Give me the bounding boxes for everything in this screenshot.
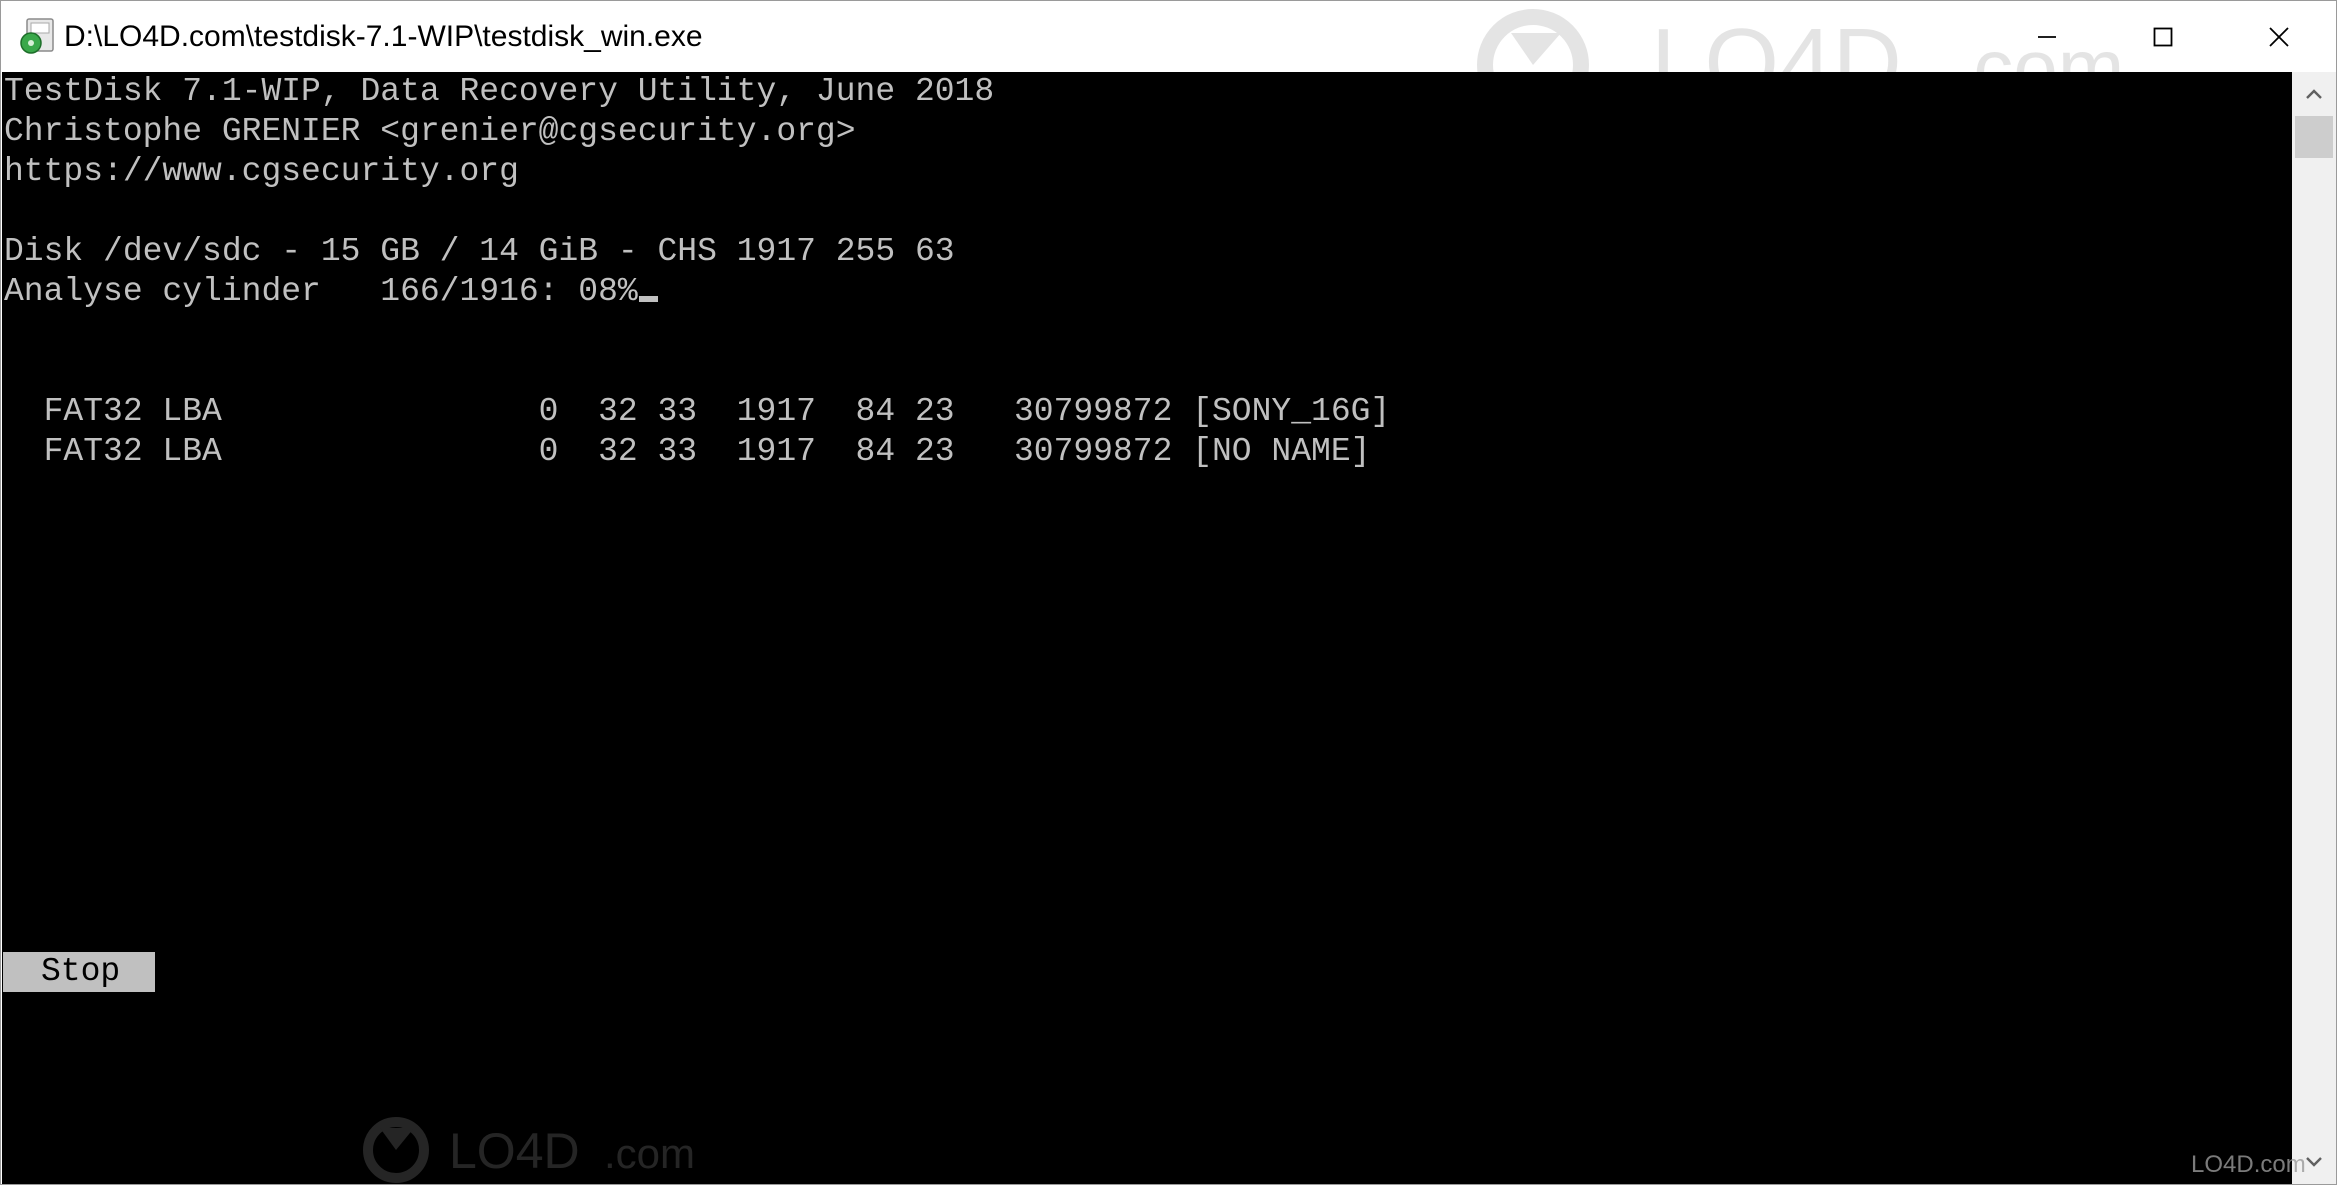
chevron-up-icon: [2306, 89, 2322, 99]
analyse-progress-text: Analyse cylinder 166/1916: 08%: [4, 273, 638, 310]
partition-row: FAT32 LBA 0 32 33 1917 84 23 30799872 [N…: [4, 433, 1371, 470]
header-line-author: Christophe GRENIER <grenier@cgsecurity.o…: [4, 113, 856, 150]
close-icon: [2269, 26, 2289, 47]
chevron-down-icon: [2306, 1157, 2322, 1167]
partition-row: FAT32 LBA 0 32 33 1917 84 23 30799872 [S…: [4, 393, 1391, 430]
minimize-button[interactable]: [1989, 1, 2105, 72]
header-line-url: https://www.cgsecurity.org: [4, 153, 519, 190]
svg-text:.com: .com: [604, 1130, 695, 1177]
maximize-icon: [2153, 27, 2173, 46]
window-title: D:\LO4D.com\testdisk-7.1-WIP\testdisk_wi…: [64, 20, 703, 53]
minimize-icon: [2038, 35, 2056, 38]
header-line-title: TestDisk 7.1-WIP, Data Recovery Utility,…: [4, 73, 995, 110]
scroll-down-button[interactable]: [2292, 1140, 2336, 1184]
scroll-thumb[interactable]: [2295, 116, 2333, 158]
vertical-scrollbar[interactable]: [2292, 72, 2336, 1184]
title-bar[interactable]: D:\LO4D.com\testdisk-7.1-WIP\testdisk_wi…: [1, 1, 2337, 121]
disk-info-line: Disk /dev/sdc - 15 GB / 14 GiB - CHS 191…: [4, 233, 955, 270]
console-area[interactable]: TestDisk 7.1-WIP, Data Recovery Utility,…: [2, 72, 2292, 1184]
analyse-progress-line: Analyse cylinder 166/1916: 08%: [4, 272, 658, 312]
watermark-logo-bottom: LO4D .com: [363, 1117, 695, 1183]
maximize-button[interactable]: [2105, 1, 2221, 72]
scroll-up-button[interactable]: [2292, 72, 2336, 116]
testdisk-window: D:\LO4D.com\testdisk-7.1-WIP\testdisk_wi…: [0, 0, 2337, 1185]
close-button[interactable]: [2221, 1, 2337, 72]
testdisk-app-icon: [20, 18, 54, 54]
svg-text:LO4D: LO4D: [449, 1123, 580, 1179]
text-cursor: [638, 296, 658, 302]
stop-button[interactable]: Stop: [3, 952, 155, 992]
